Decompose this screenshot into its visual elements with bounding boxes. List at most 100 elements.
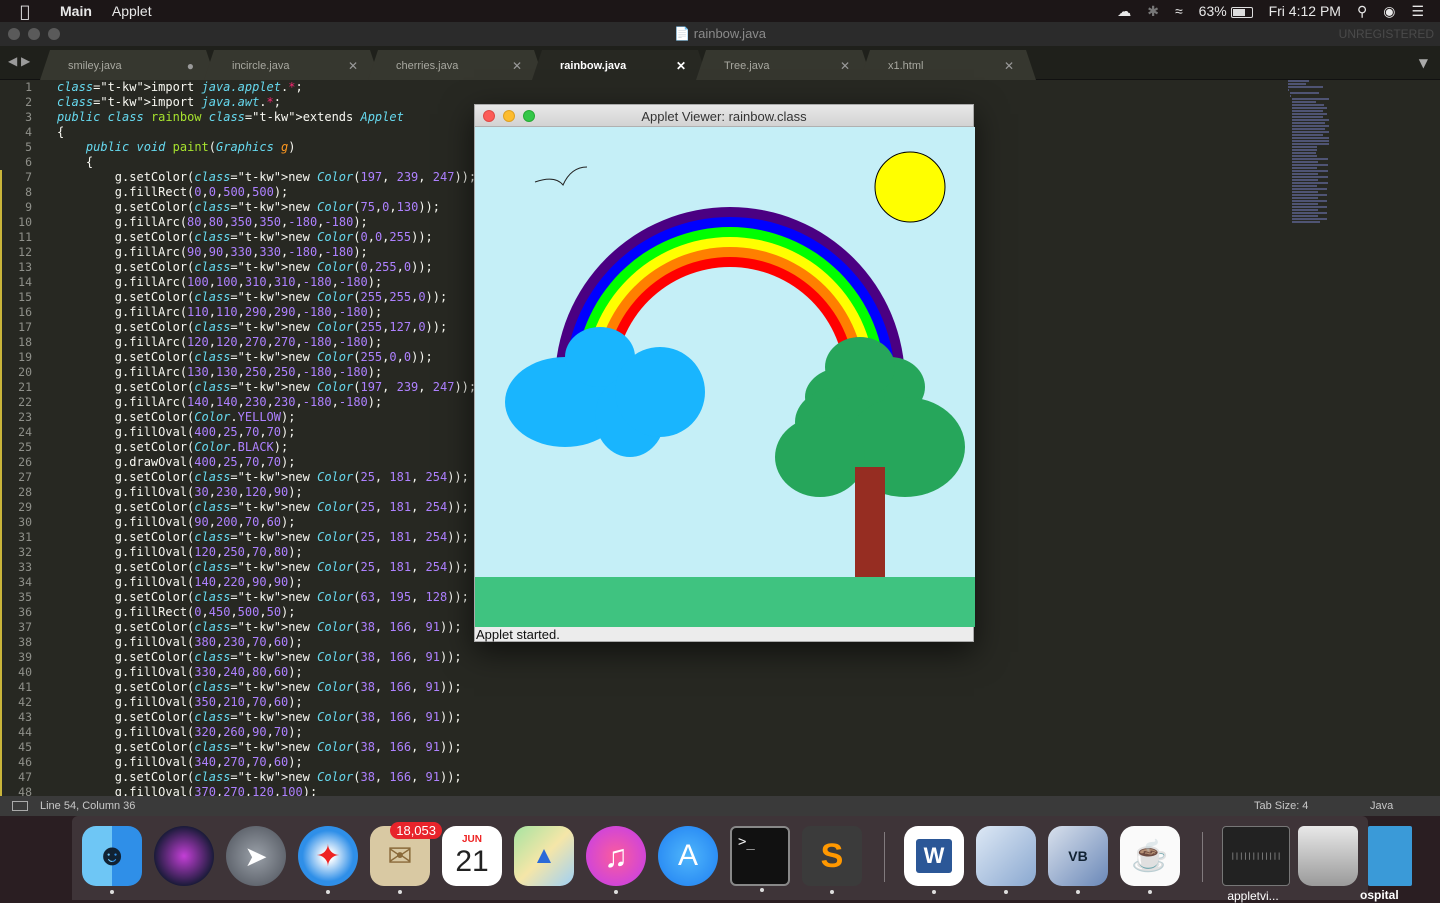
code-line[interactable]: g.setColor(class="t-kw">new Color(38, 16… <box>57 680 1257 695</box>
apple-icon[interactable]:  <box>0 2 50 21</box>
word-icon[interactable]: W <box>904 826 964 894</box>
clock[interactable]: Fri 4:12 PM <box>1269 3 1341 19</box>
line-number: 27 <box>0 470 44 485</box>
syntax-selector[interactable]: Java <box>1370 800 1393 812</box>
mail-badge: 18,053 <box>390 822 442 839</box>
line-number: 29 <box>0 500 44 515</box>
trash-icon[interactable] <box>1298 826 1358 886</box>
line-number: 34 <box>0 575 44 590</box>
virtualbox-icon[interactable]: VB <box>1048 826 1108 894</box>
code-line[interactable]: g.setColor(class="t-kw">new Color(38, 16… <box>57 650 1257 665</box>
panel-toggle-icon[interactable] <box>12 801 28 811</box>
applet-canvas[interactable] <box>475 127 975 627</box>
menu-applet[interactable]: Applet <box>102 3 162 19</box>
minimap-row <box>1292 182 1328 184</box>
line-number: 37 <box>0 620 44 635</box>
minimap-row <box>1292 194 1327 196</box>
cube-icon[interactable] <box>976 826 1036 894</box>
spotlight-search-icon[interactable]: ⚲ <box>1357 3 1367 20</box>
line-number: 19 <box>0 350 44 365</box>
tab-label: rainbow.java <box>560 60 627 72</box>
appletviewer-label: appletvi... <box>1227 889 1279 903</box>
line-number: 46 <box>0 755 44 770</box>
close-tab-icon[interactable]: ✕ <box>348 59 358 73</box>
minimap-row <box>1292 152 1316 154</box>
code-line[interactable]: g.fillOval(330,240,80,60); <box>57 665 1257 680</box>
line-number: 21 <box>0 380 44 395</box>
minimap-row <box>1292 176 1328 178</box>
rocket-icon[interactable]: ➤ <box>226 826 286 886</box>
line-number: 43 <box>0 710 44 725</box>
tab-cherries[interactable]: cherries.java ✕ <box>368 50 544 80</box>
code-line[interactable]: g.setColor(class="t-kw">new Color(38, 16… <box>57 770 1257 785</box>
line-number: 41 <box>0 680 44 695</box>
line-number: 13 <box>0 260 44 275</box>
minimap-row <box>1292 98 1329 100</box>
folder-icon[interactable]: ospital <box>1360 826 1412 902</box>
code-line[interactable]: class="t-kw">import java.applet.*; <box>57 80 1257 95</box>
close-tab-icon[interactable]: ✕ <box>512 59 522 73</box>
editor-titlebar[interactable]: 📄 rainbow.java UNREGISTERED <box>0 22 1440 46</box>
close-tab-icon[interactable]: ✕ <box>676 59 686 73</box>
appletviewer-icon[interactable]: |||||||||||| appletvi... <box>1222 826 1290 903</box>
modified-dot-icon[interactable]: ● <box>187 59 194 73</box>
editor-window-title: 📄 rainbow.java <box>673 26 767 41</box>
code-line[interactable]: g.fillOval(370,270,120,100); <box>57 785 1257 796</box>
minimap-row <box>1292 128 1325 130</box>
tab-rainbow[interactable]: rainbow.java ✕ <box>532 50 708 80</box>
tab-nav-arrows-icon[interactable]: ◀ ▶ <box>8 54 30 68</box>
tab-tree[interactable]: Tree.java ✕ <box>696 50 872 80</box>
minimap-row <box>1292 209 1318 211</box>
tab-x1-html[interactable]: x1.html ✕ <box>860 50 1036 80</box>
line-number: 5 <box>25 140 32 154</box>
minimap-row <box>1292 119 1329 121</box>
compass-icon[interactable]: ✦ <box>298 826 358 894</box>
line-number: 2 <box>25 95 32 109</box>
tab-overflow-icon[interactable]: ▼ <box>1419 56 1428 70</box>
minimap-row <box>1292 137 1329 139</box>
finder-icon[interactable]: ☻ <box>82 826 142 894</box>
minimap-row <box>1292 104 1324 106</box>
siri-menu-icon[interactable]: ◉ <box>1383 3 1395 20</box>
minimap-row <box>1292 158 1328 160</box>
terminal-icon[interactable]: >_ <box>730 826 790 892</box>
minimap[interactable] <box>1288 80 1332 223</box>
code-line[interactable]: g.fillOval(340,270,70,60); <box>57 755 1257 770</box>
applet-titlebar[interactable]: Applet Viewer: rainbow.class <box>475 105 973 127</box>
minimap-row <box>1292 179 1318 181</box>
tab-smiley[interactable]: smiley.java ● <box>40 50 216 80</box>
wifi-icon[interactable]: ≈ <box>1175 3 1183 19</box>
tab-size[interactable]: Tab Size: 4 <box>1254 800 1308 812</box>
creative-cloud-icon[interactable]: ☁ <box>1117 3 1131 20</box>
close-tab-icon[interactable]: ✕ <box>1004 59 1014 73</box>
maps-icon[interactable]: ▲ <box>514 826 574 886</box>
sublime-icon[interactable]: S <box>802 826 862 894</box>
notification-center-icon[interactable]: ☰ <box>1411 3 1424 20</box>
minimap-row <box>1288 89 1289 91</box>
line-number: 4 <box>25 125 32 139</box>
java-icon[interactable]: ☕ <box>1120 826 1180 894</box>
music-note-icon[interactable]: ♫ <box>586 826 646 894</box>
minimap-row <box>1292 110 1323 112</box>
tab-incircle[interactable]: incircle.java ✕ <box>204 50 380 80</box>
minimap-row <box>1292 200 1327 202</box>
code-line[interactable]: g.fillOval(350,210,70,60); <box>57 695 1257 710</box>
menu-app-name[interactable]: Main <box>50 3 102 19</box>
calendar-icon[interactable]: JUN 21 <box>442 826 502 886</box>
code-line[interactable]: g.setColor(class="t-kw">new Color(38, 16… <box>57 710 1257 725</box>
minimap-row <box>1292 164 1328 166</box>
battery-indicator[interactable]: 63% <box>1199 3 1253 19</box>
mail-icon[interactable]: ✉ 18,053 <box>370 822 442 894</box>
line-number: 23 <box>0 410 44 425</box>
bluetooth-icon[interactable]: ✱ <box>1147 3 1159 20</box>
close-tab-icon[interactable]: ✕ <box>840 59 850 73</box>
code-line[interactable]: g.setColor(class="t-kw">new Color(38, 16… <box>57 740 1257 755</box>
app-store-icon[interactable]: A <box>658 826 718 886</box>
tree-trunk <box>855 467 885 587</box>
applet-status: Applet started. <box>476 627 560 642</box>
minimap-row <box>1292 116 1323 118</box>
cursor-position[interactable]: Line 54, Column 36 <box>40 800 135 812</box>
siri-icon[interactable] <box>154 826 214 886</box>
tab-label: incircle.java <box>232 60 290 72</box>
code-line[interactable]: g.fillOval(320,260,90,70); <box>57 725 1257 740</box>
